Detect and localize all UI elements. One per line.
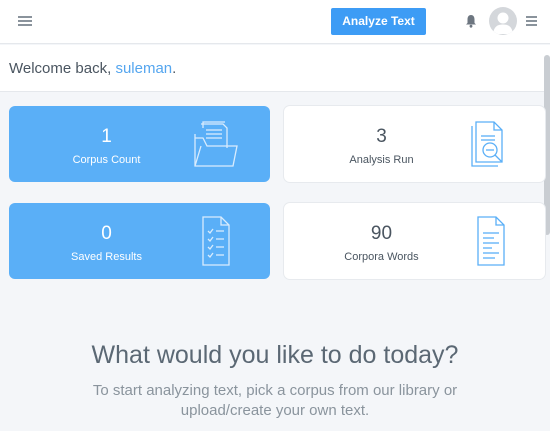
stat-label: Corpora Words [344, 251, 419, 263]
stat-label: Analysis Run [349, 154, 414, 166]
prompt-subtitle: To start analyzing text, pick a corpus f… [92, 382, 458, 419]
stat-card-saved-results[interactable]: 0 Saved Results [9, 203, 270, 279]
top-bar: Analyze Text [0, 0, 550, 44]
checklist-icon [202, 216, 230, 266]
welcome-prefix: Welcome back, [9, 60, 116, 77]
stat-card-corpus-count[interactable]: 1 Corpus Count [9, 106, 270, 182]
user-avatar-icon [493, 12, 513, 34]
stat-label: Corpus Count [72, 154, 141, 166]
analyze-text-button[interactable]: Analyze Text [331, 8, 426, 35]
stat-label: Saved Results [71, 251, 142, 263]
username-link[interactable]: suleman [115, 60, 172, 77]
welcome-message: Welcome back, suleman. [9, 60, 176, 77]
hamburger-icon[interactable] [18, 16, 32, 26]
stat-value: 90 [370, 223, 393, 244]
text-document-icon [477, 216, 505, 266]
stat-value: 3 [376, 126, 387, 147]
hamburger-icon[interactable] [526, 16, 537, 26]
stat-value: 0 [101, 223, 112, 244]
stat-card-corpora-words[interactable]: 90 Corpora Words [284, 203, 545, 279]
stat-card-analysis-run[interactable]: 3 Analysis Run [284, 106, 545, 182]
welcome-bar: Welcome back, suleman. [0, 45, 550, 92]
user-avatar[interactable] [489, 7, 517, 35]
bell-icon[interactable] [465, 14, 477, 28]
welcome-suffix: . [172, 60, 177, 77]
folder-documents-icon [194, 121, 238, 167]
stat-value: 1 [101, 126, 112, 147]
prompt-title: What would you like to do today? [91, 341, 459, 369]
document-search-icon [471, 121, 503, 167]
